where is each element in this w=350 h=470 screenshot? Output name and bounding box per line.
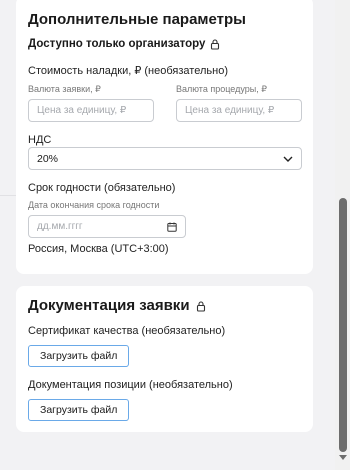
docs-heading: Документация заявки xyxy=(28,297,206,315)
bid-currency-placeholder: Цена за единицу, ₽ xyxy=(37,105,127,116)
section-title-params: Дополнительные параметры xyxy=(28,11,246,28)
scrollbar-thumb[interactable] xyxy=(339,198,347,452)
shelf-life-label: Срок годности (обязательно) xyxy=(28,182,176,194)
vertical-scrollbar[interactable] xyxy=(335,0,350,470)
chevron-down-icon xyxy=(283,156,293,162)
procedure-currency-label: Валюта процедуры, ₽ xyxy=(176,84,267,94)
vat-select[interactable]: 20% xyxy=(28,147,302,170)
lock-icon xyxy=(196,300,206,312)
upload-position-docs-button[interactable]: Загрузить файл xyxy=(28,399,130,421)
procedure-currency-input[interactable]: Цена за единицу, ₽ xyxy=(176,99,302,122)
organizer-only-heading: Доступно только организатору xyxy=(28,38,220,50)
additional-params-card: Дополнительные параметры Доступно только… xyxy=(16,0,313,274)
organizer-only-label: Доступно только организатору xyxy=(28,38,206,50)
quality-cert-label: Сертификат качества (необязательно) xyxy=(28,325,226,337)
bid-docs-card: Документация заявки Сертификат качества … xyxy=(16,286,313,432)
procedure-currency-placeholder: Цена за единицу, ₽ xyxy=(185,105,275,116)
expiry-date-label: Дата окончания срока годности xyxy=(28,200,160,210)
bid-currency-label: Валюта заявки, ₽ xyxy=(28,84,101,94)
expiry-date-input[interactable]: дд.мм.гггг xyxy=(28,215,186,238)
setup-cost-label: Стоимость наладки, ₽ (необязательно) xyxy=(28,65,228,77)
upload-quality-cert-button[interactable]: Загрузить файл xyxy=(28,345,130,367)
bid-currency-input[interactable]: Цена за единицу, ₽ xyxy=(28,99,154,122)
vat-value: 20% xyxy=(37,152,59,165)
content-viewport: Дополнительные параметры Доступно только… xyxy=(0,0,324,470)
vat-label: НДС xyxy=(28,134,52,146)
section-title-docs: Документация заявки xyxy=(28,297,190,314)
expiry-date-placeholder: дд.мм.гггг xyxy=(37,221,83,232)
lock-icon xyxy=(210,38,220,50)
scroll-down-arrow-icon[interactable] xyxy=(339,455,347,460)
position-docs-label: Документация позиции (необязательно) xyxy=(28,379,233,391)
timezone-note: Россия, Москва (UTC+3:00) xyxy=(28,243,169,255)
calendar-icon[interactable] xyxy=(167,222,177,232)
divider xyxy=(0,195,16,196)
